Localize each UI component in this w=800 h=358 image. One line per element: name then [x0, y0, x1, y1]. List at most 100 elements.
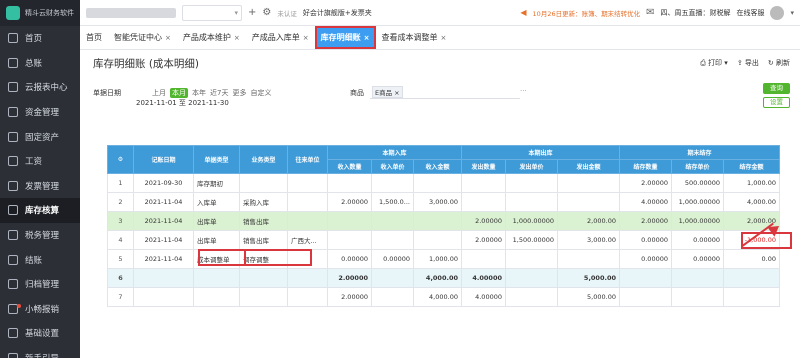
sidebar-item-7[interactable]: 库存核算 [0, 198, 80, 223]
tab-4[interactable]: 库存明细账 × [314, 26, 376, 49]
period-option[interactable]: 近7天 [210, 88, 228, 98]
sidebar-item-10[interactable]: 归档管理 [0, 272, 80, 297]
cell-in-price [371, 211, 414, 231]
close-icon[interactable]: × [165, 34, 171, 42]
company-select[interactable]: ▾ [182, 4, 242, 21]
cell-doc-type: 库存期初 [193, 173, 240, 193]
col-bal-price[interactable]: 结存单价 [671, 159, 724, 174]
col-doc-type[interactable]: 单据类型 [193, 145, 240, 174]
gear-icon[interactable]: ⚙ [262, 7, 271, 18]
unverified-label[interactable]: 未认证 [277, 8, 297, 18]
cell-in-amount [413, 173, 462, 193]
sidebar-item-13[interactable]: 新手引导 [0, 346, 80, 358]
page-title: 库存明细账 (成本明细) [93, 57, 200, 70]
close-icon [8, 254, 18, 265]
sidebar-item-9[interactable]: 结账 [0, 247, 80, 272]
col-partner[interactable]: 往来单位 [287, 145, 328, 174]
cell-date [133, 287, 194, 307]
table-row[interactable]: 6 2.00000 4,000.00 4.00000 5,000.00 [107, 268, 780, 288]
sidebar-item-label: 新手引导 [25, 352, 59, 358]
cell-idx: 5 [107, 249, 134, 269]
goods-select[interactable]: E商品 × [370, 85, 520, 99]
archive-icon [8, 279, 18, 290]
tab-0[interactable]: 首页 [80, 26, 108, 49]
cell-out-price [505, 287, 558, 307]
table-row[interactable]: 4 2021-11-04 出库单 销售出库 广西大... 2.00000 1,500.000… [107, 230, 780, 250]
period-option[interactable]: 本年 [192, 88, 206, 98]
sidebar-item-6[interactable]: 发票管理 [0, 174, 80, 199]
col-biz-type[interactable]: 业务类型 [239, 145, 288, 174]
col-out-qty[interactable]: 发出数量 [461, 159, 506, 174]
close-icon[interactable]: × [234, 34, 240, 42]
query-button[interactable]: 查询 [763, 83, 790, 94]
goods-tag[interactable]: E商品 × [372, 85, 403, 98]
refresh-button[interactable]: ↻ 刷新 [768, 58, 790, 68]
tab-2[interactable]: 产品成本维护 × [177, 26, 246, 49]
sidebar-item-12[interactable]: 基础设置 [0, 321, 80, 346]
filter-panel: 单据日期 上月 本月 本年 近7天 更多 自定义 2021-11-01 至 2021-11… [80, 76, 800, 122]
export-button[interactable]: ⇪ 导出 [737, 58, 759, 68]
sidebar-item-1[interactable]: 总账 [0, 51, 80, 76]
sidebar-item-8[interactable]: 税务管理 [0, 223, 80, 248]
sidebar-item-3[interactable]: 资金管理 [0, 100, 80, 125]
cell-in-price: 1,500.0... [371, 192, 414, 212]
col-out-amount[interactable]: 发出金额 [557, 159, 620, 174]
close-icon[interactable]: × [303, 34, 309, 42]
col-date[interactable]: 记账日期 [133, 145, 194, 174]
cell-bal-amount [723, 268, 780, 288]
chevron-down-icon[interactable]: ▾ [790, 9, 794, 17]
col-out-price[interactable]: 发出单价 [505, 159, 558, 174]
goods-label: 商品 [350, 89, 364, 97]
avatar[interactable] [770, 5, 785, 20]
close-icon[interactable]: × [364, 34, 370, 42]
cell-in-qty [327, 230, 372, 250]
logo-text: 精斗云财务软件 [25, 9, 74, 17]
col-in-amount[interactable]: 收入金额 [413, 159, 462, 174]
cell-partner [287, 287, 328, 307]
cell-date [133, 268, 194, 288]
col-in-price[interactable]: 收入单价 [371, 159, 414, 174]
more-icon[interactable]: ··· [520, 87, 527, 95]
table-row[interactable]: 7 2.00000 4,000.00 4.00000 5,000.00 [107, 287, 780, 307]
period-option[interactable]: 自定义 [250, 88, 271, 98]
col-bal-qty[interactable]: 结存数量 [619, 159, 672, 174]
cell-out-amount: 2,000.00 [557, 211, 620, 231]
cell-bal-price: 500.00000 [671, 173, 724, 193]
cell-out-amount [557, 173, 620, 193]
settings-button[interactable]: 设置 [763, 97, 790, 108]
tab-1[interactable]: 智能凭证中心 × [108, 26, 177, 49]
tab-5[interactable]: 查看成本调整单 × [376, 26, 453, 49]
col-in-qty[interactable]: 收入数量 [327, 159, 372, 174]
table-row[interactable]: 2 2021-11-04 入库单 采购入库 2.00000 1,500.0... 3,000… [107, 192, 780, 212]
close-icon[interactable]: × [441, 34, 447, 42]
column-settings-icon[interactable]: ⚙ [107, 145, 134, 174]
period-selector: 上月 本月 本年 近7天 更多 自定义 [152, 88, 271, 98]
col-bal-amount[interactable]: 结存金额 [723, 159, 780, 174]
sidebar-item-label: 小畅报销 [25, 304, 60, 315]
sidebar-item-2[interactable]: 云报表中心 [0, 75, 80, 100]
cell-bal-qty: 0.00000 [619, 249, 672, 269]
sidebar-item-0[interactable]: 首页 [0, 26, 80, 51]
table-row[interactable]: 1 2021-09-30 库存期初 2.00000 500.00000 1,000.00 [107, 173, 780, 193]
print-button[interactable]: ⎙ 打印 ▾ [700, 58, 728, 68]
add-icon[interactable]: + [248, 7, 256, 18]
cell-in-amount: 4,000.00 [413, 268, 462, 288]
promo-link[interactable]: 好会计旗舰版+发票夹 [303, 8, 372, 18]
cell-bal-amount [723, 287, 780, 307]
date-range[interactable]: 2021-11-01 至 2021-11-30 [136, 98, 229, 108]
table-row[interactable]: 3 2021-11-04 出库单 销售出库 2.00000 1,000.00000 2,00… [107, 211, 780, 231]
period-option[interactable]: 本月 [170, 88, 188, 98]
sidebar-item-11[interactable]: 小畅报销 [0, 297, 80, 322]
period-option[interactable]: 更多 [232, 88, 246, 98]
period-option[interactable]: 上月 [152, 88, 166, 98]
live-notice[interactable]: 四、周五直播：财税解 [660, 8, 730, 18]
update-notice[interactable]: 10月26日更新：账簿、期末结转优化 [533, 8, 641, 18]
group-outbound: 本期出库 [461, 145, 620, 160]
sidebar-item-5[interactable]: 工资 [0, 149, 80, 174]
sidebar-item-4[interactable]: 固定资产 [0, 124, 80, 149]
app-logo[interactable]: 精斗云财务软件 [0, 0, 80, 26]
message-icon[interactable]: ✉ [646, 7, 654, 18]
tab-3[interactable]: 产成品入库单 × [246, 26, 315, 49]
online-service-link[interactable]: 在线客服 [736, 8, 764, 18]
cell-in-price [371, 287, 414, 307]
